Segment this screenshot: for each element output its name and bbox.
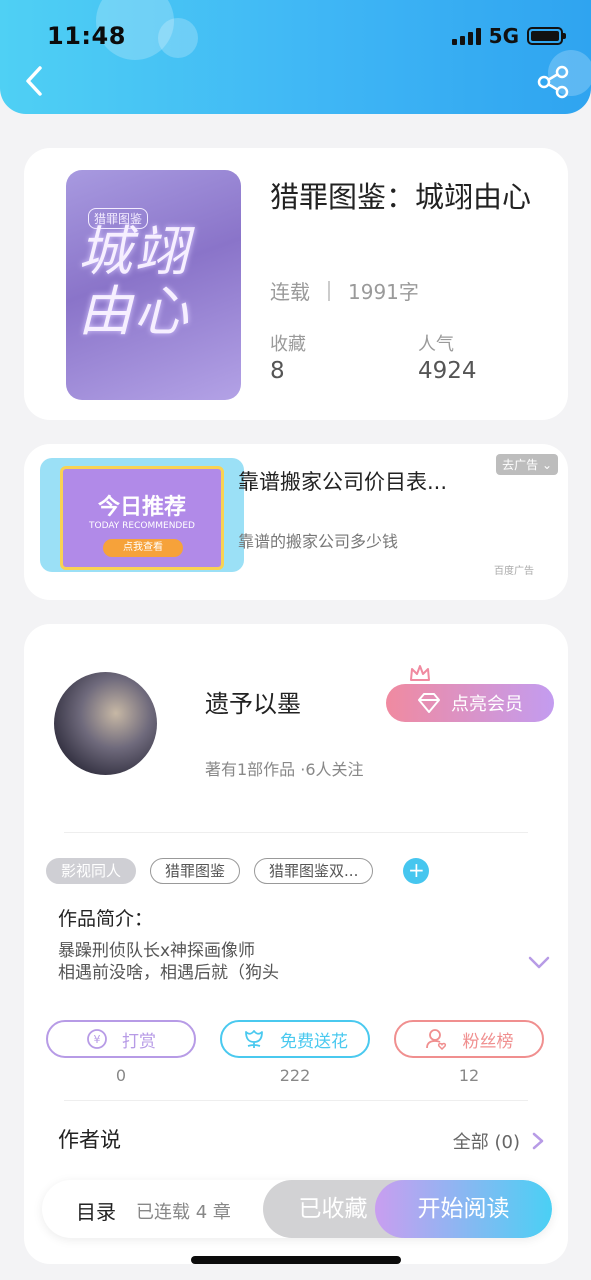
bottom-action-bar: 目录 已连载 4 章 已收藏 开始阅读	[42, 1180, 552, 1238]
add-tag-button[interactable]: +	[403, 858, 430, 884]
home-indicator[interactable]	[191, 1256, 401, 1264]
ad-image-button: 点我查看	[103, 539, 183, 557]
flower-count: 222	[279, 1066, 311, 1085]
decor-bubble	[158, 18, 198, 58]
ad-title[interactable]: 靠谱搬家公司价目表...	[238, 466, 447, 496]
fan-ranking-button[interactable]: 粉丝榜	[394, 1020, 544, 1058]
ad-subtitle: 靠谱的搬家公司多少钱	[238, 532, 399, 551]
back-arrow-icon[interactable]	[18, 64, 52, 98]
ad-image-title: 今日推荐	[97, 495, 186, 520]
fav-label: 收藏	[270, 334, 306, 355]
start-reading-button[interactable]: 开始阅读	[375, 1180, 552, 1238]
ad-image-panel: 今日推荐 TODAY RECOMMENDED 点我查看	[60, 466, 224, 570]
book-status: 连载	[270, 280, 310, 304]
fav-value: 8	[270, 358, 285, 384]
author-info: 著有1部作品 ·6人关注	[205, 760, 364, 779]
tag-item[interactable]: 影视同人	[46, 858, 137, 884]
author-say-title: 作者说	[58, 1128, 121, 1152]
book-word-count: 1991字	[348, 280, 419, 304]
intro-text[interactable]: 暴躁刑侦队长x神探画像师 相遇前没啥，相遇后就（狗头	[58, 940, 498, 984]
remove-ad-label: 去广告	[502, 458, 539, 472]
book-details-card: 遗予以墨 点亮会员 著有1部作品 ·6人关注 影视同人 猎罪图鉴 猎罪图鉴双..…	[24, 624, 568, 1264]
intro-line: 相遇前没啥，相遇后就（狗头	[58, 963, 279, 983]
top-bar: 11:48 5G	[0, 0, 591, 114]
diamond-icon	[418, 693, 440, 713]
status-icons: 5G	[451, 24, 566, 48]
status-time: 11:48	[47, 22, 126, 50]
ad-source: 百度广告	[494, 566, 534, 577]
send-flower-label: 免费送花	[280, 1031, 348, 1052]
network-label: 5G	[488, 24, 519, 48]
author-say-all-link[interactable]: 全部 (0)	[453, 1128, 544, 1154]
ad-image[interactable]: 今日推荐 TODAY RECOMMENDED 点我查看	[40, 458, 244, 572]
author-name[interactable]: 遗予以墨	[205, 684, 301, 719]
tag-list: 影视同人 猎罪图鉴 猎罪图鉴双... +	[46, 858, 430, 884]
battery-icon	[527, 27, 566, 45]
book-cover[interactable]: 猎罪图鉴 城翊由心	[66, 170, 241, 400]
toc-button[interactable]: 目录	[76, 1196, 116, 1225]
chevron-right-icon	[532, 1132, 544, 1150]
fan-ranking-label: 粉丝榜	[462, 1031, 514, 1052]
svg-text:¥: ¥	[94, 1033, 101, 1046]
ad-image-subtitle: TODAY RECOMMENDED	[89, 521, 195, 531]
popularity-value: 4924	[418, 358, 477, 384]
book-info-card: 猎罪图鉴 城翊由心 猎罪图鉴：城翊由心 连载 1991字 收藏 8 人气 492…	[24, 148, 568, 420]
cover-title-art: 城翊由心	[78, 220, 190, 343]
share-icon[interactable]	[535, 64, 571, 100]
ad-card[interactable]: 今日推荐 TODAY RECOMMENDED 点我查看 靠谱搬家公司价目表...…	[24, 444, 568, 600]
tag-item[interactable]: 猎罪图鉴双...	[254, 858, 374, 884]
popularity-label: 人气	[418, 334, 454, 355]
chapter-count: 已连载 4 章	[136, 1202, 231, 1223]
fan-user-icon	[425, 1029, 446, 1050]
flower-icon	[245, 1030, 263, 1048]
intro-heading: 作品简介：	[58, 908, 154, 930]
vip-button[interactable]: 点亮会员	[386, 684, 554, 722]
tag-item[interactable]: 猎罪图鉴	[150, 858, 241, 884]
signal-icon	[451, 27, 481, 45]
book-meta: 连载 1991字	[270, 276, 419, 305]
coin-icon: ¥	[87, 1029, 107, 1049]
intro-line: 暴躁刑侦队长x神探画像师	[58, 941, 256, 961]
author-avatar[interactable]	[54, 672, 157, 775]
tip-label: 打赏	[122, 1031, 156, 1052]
tip-count: 0	[115, 1066, 127, 1085]
send-flower-button[interactable]: 免费送花	[220, 1020, 370, 1058]
crown-icon	[410, 665, 430, 681]
book-title: 猎罪图鉴：城翊由心	[270, 180, 532, 214]
meta-separator	[328, 280, 330, 301]
chevron-down-icon: ⌄	[541, 458, 552, 472]
author-say-all-label: 全部 (0)	[452, 1132, 520, 1153]
divider	[64, 832, 528, 833]
divider	[64, 1100, 528, 1101]
expand-chevron-icon[interactable]	[528, 956, 550, 970]
fan-count: 12	[458, 1066, 480, 1085]
vip-label: 点亮会员	[451, 694, 523, 715]
remove-ad-button[interactable]: 去广告 ⌄	[496, 454, 558, 475]
tip-button[interactable]: ¥ 打赏	[46, 1020, 196, 1058]
